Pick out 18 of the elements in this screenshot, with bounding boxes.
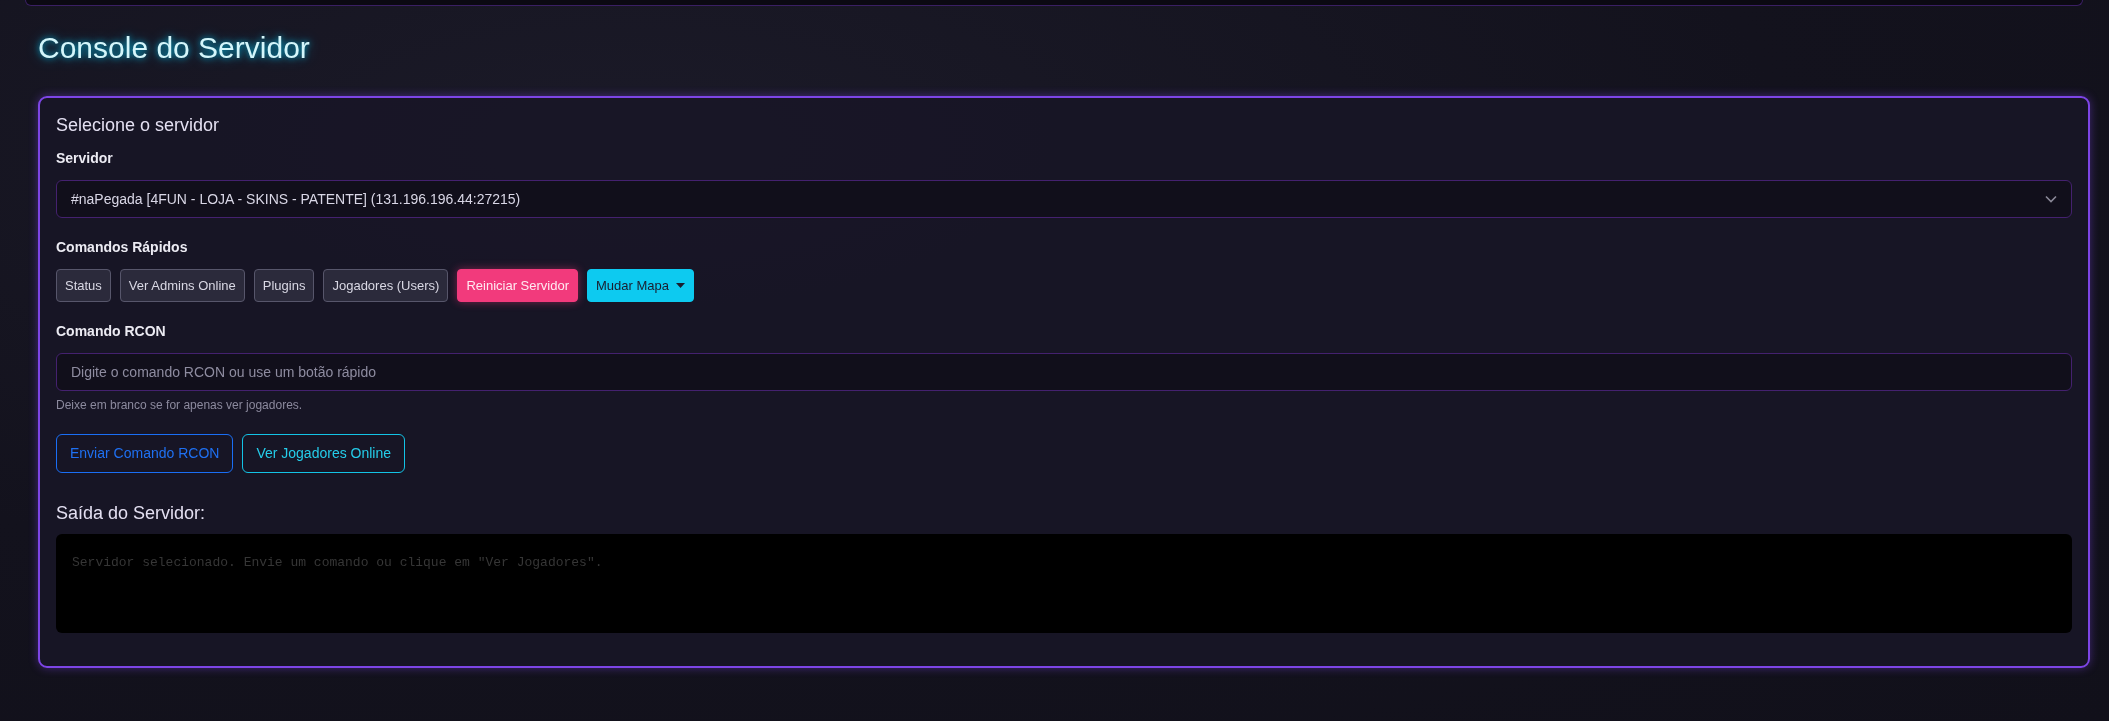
view-players-button[interactable]: Ver Jogadores Online: [242, 434, 406, 473]
quick-command-button[interactable]: Ver Admins Online: [119, 269, 245, 302]
field-label: Servidor: [56, 149, 114, 168]
caret-icon: [675, 283, 685, 288]
quick-command-button[interactable]: Status: [56, 269, 111, 302]
chevron-down-icon: [2045, 195, 2057, 203]
output-heading: Saída do Servidor:: [56, 502, 207, 524]
map-dropdown-button[interactable]: Mudar Mapa: [587, 269, 694, 302]
section-label: Comandos Rápidos: [56, 238, 189, 257]
field-label: Comando RCON: [56, 322, 167, 341]
card-heading: Selecione o servidor: [56, 114, 221, 136]
quick-command-button[interactable]: Plugins: [253, 269, 315, 302]
quick-command-button[interactable]: Jogadores (Users): [323, 269, 449, 302]
server-select[interactable]: #naPegada [4FUN - LOJA - SKINS - PATENTE] (131.196.196.44:27215): [56, 180, 2072, 218]
page-title: Console do Servidor: [38, 30, 311, 66]
rcon-command-input[interactable]: Digite o comando RCON ou use um botão rápido: [56, 353, 2072, 391]
send-command-button[interactable]: Enviar Comando RCON: [56, 434, 234, 473]
help-text: Deixe em branco se for apenas ver jogadores.: [56, 397, 304, 414]
